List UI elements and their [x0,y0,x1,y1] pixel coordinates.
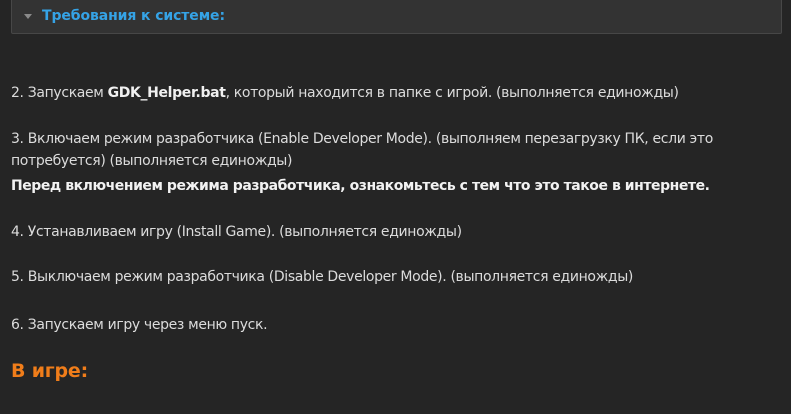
step-2-text: 2. Запускаем GDK_Helper.bat, который нах… [11,83,679,103]
step-2-prefix: 2. Запускаем [11,85,108,101]
step-5-text: 5. Выключаем режим разработчика (Disable… [11,269,634,285]
step-2-suffix: , который находится в папке с игрой. (вы… [225,85,679,101]
step-3-line-1: 3. Включаем режим разработчика (Enable D… [11,131,713,147]
spoiler-toggle[interactable]: Требования к системе: [11,0,782,34]
step-2-filename: GDK_Helper.bat [107,85,226,101]
step-3-line-2: потребуется) (выполняется единожды) [11,153,293,169]
step-4-text: 4. Устанавливаем игру (Install Game). (в… [11,224,462,240]
section-heading-in-game: В игре: [11,360,89,382]
spoiler-title: Требования к системе: [42,8,225,24]
step-6-text: 6. Запускаем игру через меню пуск. [11,317,268,333]
step-3-warning: Перед включением режима разработчика, оз… [11,178,710,194]
triangle-down-icon [24,13,32,19]
